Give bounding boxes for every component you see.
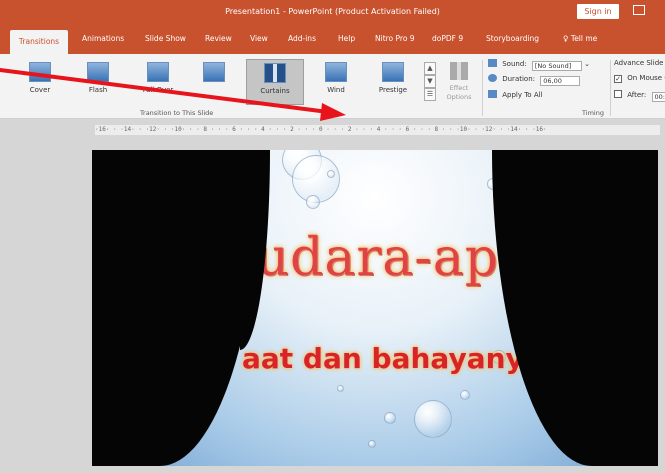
slide-canvas[interactable]: -udara-ap aat dan bahayany: [92, 150, 658, 466]
transition-label: Fall Over: [142, 86, 174, 94]
bubble-decoration: [337, 385, 344, 392]
transition-cover-button[interactable]: Cover: [22, 62, 58, 102]
right-curtain-shape: [492, 150, 658, 466]
transition-gallery-scroll: ▲ ▼ ☰: [424, 62, 436, 102]
bubble-decoration: [414, 400, 452, 438]
tab-storyboarding[interactable]: Storyboarding: [486, 24, 539, 54]
sound-control[interactable]: Sound: [No Sound] ⌄: [488, 59, 590, 71]
bubble-decoration: [384, 412, 396, 424]
clock-icon: [488, 74, 497, 82]
transition-wind-button[interactable]: Wind: [318, 62, 354, 102]
bubble-decoration: [306, 195, 320, 209]
after-checkbox[interactable]: [614, 90, 622, 98]
lightbulb-icon: ♀: [563, 34, 569, 43]
transition-drape-button[interactable]: [196, 62, 232, 102]
tab-slide-show[interactable]: Slide Show: [145, 24, 186, 54]
tab-dopdf[interactable]: doPDF 9: [432, 24, 463, 54]
tab-help[interactable]: Help: [338, 24, 355, 54]
gallery-scroll-up-icon[interactable]: ▲: [424, 62, 436, 75]
transition-label: Prestige: [378, 86, 408, 94]
tab-nitro-pro[interactable]: Nitro Pro 9: [375, 24, 415, 54]
advance-slide-group: Advance Slide ✓ On Mouse Click After: 00…: [614, 59, 665, 107]
tab-animations[interactable]: Animations: [82, 24, 124, 54]
slide-title-text[interactable]: -udara-ap: [237, 228, 499, 288]
on-mouse-click-label: On Mouse Click: [627, 74, 665, 82]
after-label: After:: [627, 91, 647, 99]
sound-label: Sound:: [502, 60, 527, 68]
gallery-more-icon[interactable]: ☰: [424, 88, 436, 101]
transition-label: Curtains: [260, 87, 290, 95]
effect-options-button[interactable]: Effect Options: [440, 62, 478, 102]
chevron-down-icon[interactable]: ⌄: [584, 60, 590, 68]
gallery-scroll-down-icon[interactable]: ▼: [424, 75, 436, 88]
after-time-field[interactable]: 00:00,00: [651, 92, 665, 102]
wind-transition-icon: [325, 62, 347, 82]
after-option[interactable]: After: 00:00,00: [614, 90, 665, 102]
cover-transition-icon: [29, 62, 51, 82]
duration-spinner[interactable]: 06,00: [540, 76, 581, 86]
transition-curtains-button[interactable]: Curtains: [246, 59, 304, 105]
tab-transitions[interactable]: Transitions: [10, 30, 68, 54]
transition-flash-button[interactable]: Flash: [80, 62, 116, 102]
bubble-decoration: [460, 390, 470, 400]
window-title: Presentation1 - PowerPoint (Product Acti…: [225, 7, 440, 16]
duration-label: Duration:: [502, 75, 535, 83]
tell-me-search[interactable]: ♀ Tell me: [563, 24, 597, 54]
transition-prestige-button[interactable]: Prestige: [372, 62, 414, 102]
group-label-transition: Transition to This Slide: [140, 109, 214, 117]
flash-transition-icon: [87, 62, 109, 82]
powerpoint-window: Presentation1 - PowerPoint (Product Acti…: [0, 0, 665, 473]
transition-label: Flash: [88, 86, 108, 94]
advance-slide-label: Advance Slide: [614, 59, 664, 67]
fall-over-transition-icon: [147, 62, 169, 82]
tab-add-ins[interactable]: Add-ins: [288, 24, 316, 54]
tell-me-label: Tell me: [570, 34, 598, 43]
apply-to-all-label: Apply To All: [502, 91, 543, 99]
slide-subtitle-text[interactable]: aat dan bahayany: [242, 342, 524, 375]
apply-to-all-button[interactable]: Apply To All: [488, 90, 543, 99]
sound-dropdown[interactable]: [No Sound]: [531, 61, 582, 71]
duration-control: Duration: 06,00: [488, 74, 581, 86]
apply-to-all-icon: [488, 90, 497, 98]
ribbon-transitions-panel: Cover Flash Fall Over Curtains Wind Pres…: [0, 54, 665, 119]
ribbon-separator: [610, 60, 611, 116]
tab-view[interactable]: View: [250, 24, 268, 54]
on-mouse-click-checkbox[interactable]: ✓: [614, 75, 622, 83]
bubble-decoration: [327, 170, 335, 178]
left-curtain-shape: [92, 150, 270, 466]
horizontal-ruler: ·16· · ·14· · ·12· · ·10· · · 8 · · · 6 …: [95, 125, 660, 135]
bubble-decoration: [368, 440, 376, 448]
sound-icon: [488, 59, 497, 67]
sign-in-button[interactable]: Sign in: [577, 4, 619, 19]
curtains-transition-icon: [264, 63, 286, 83]
transition-label: Wind: [327, 86, 345, 94]
ribbon-separator: [482, 60, 483, 116]
group-label-timing: Timing: [582, 109, 604, 117]
transition-fall-over-button[interactable]: Fall Over: [136, 62, 180, 102]
ribbon-display-options-icon[interactable]: [633, 5, 645, 15]
drape-transition-icon: [203, 62, 225, 82]
prestige-transition-icon: [382, 62, 404, 82]
on-mouse-click-option[interactable]: ✓ On Mouse Click: [614, 74, 665, 83]
title-bar: Presentation1 - PowerPoint (Product Acti…: [0, 0, 665, 24]
transition-label: Cover: [29, 86, 51, 94]
effect-options-label: Effect Options: [446, 84, 472, 101]
ribbon-tab-bar: Transitions Animations Slide Show Review…: [0, 24, 665, 54]
effect-options-icon: [450, 62, 468, 80]
tab-review[interactable]: Review: [205, 24, 232, 54]
